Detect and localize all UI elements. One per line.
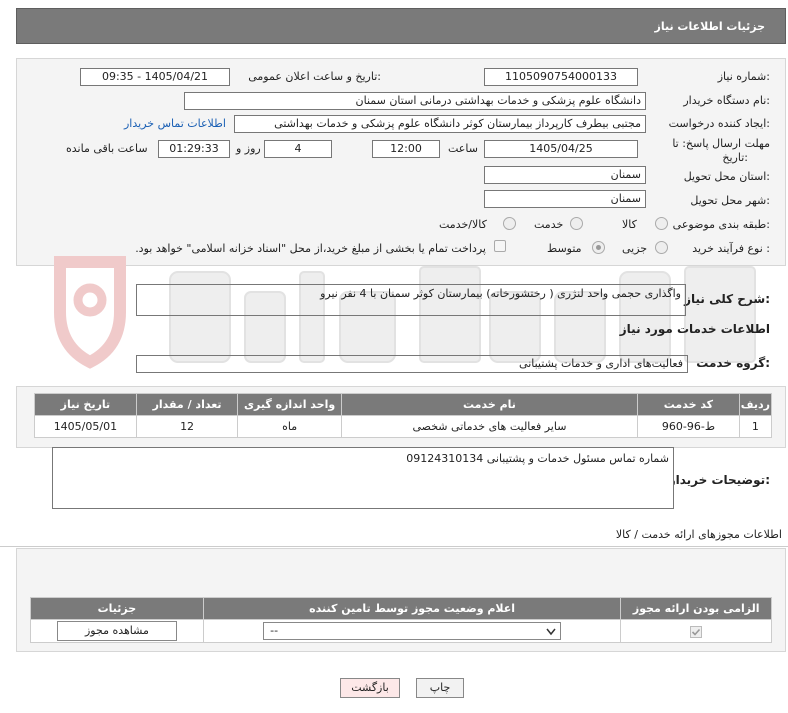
permits-table: الزامی بودن ارائه مجوز اعلام وضعیت مجوز … bbox=[30, 597, 772, 643]
description-label: شرح کلی نیاز: bbox=[684, 292, 770, 306]
buyer-contact-link[interactable]: اطلاعات تماس خریدار bbox=[124, 117, 226, 130]
days-field: 4 bbox=[264, 140, 332, 158]
need-number-field: 1105090754000133 bbox=[484, 68, 638, 86]
services-table: ردیف کد خدمت نام خدمت واحد اندازه گیری ت… bbox=[34, 393, 773, 438]
col-permit-required: الزامی بودن ارائه مجوز bbox=[620, 597, 772, 620]
city-label: شهر محل تحویل: bbox=[690, 194, 770, 207]
cell-unit: ماه bbox=[237, 415, 342, 438]
category-option-both: کالا/خدمت bbox=[439, 218, 487, 231]
process-label: نوع فرآیند خرید : bbox=[692, 242, 770, 255]
cell-quantity: 12 bbox=[135, 415, 239, 438]
col-permit-status: اعلام وضعیت مجوز توسط تامین کننده bbox=[202, 597, 622, 620]
process-option-minor: جزیی bbox=[622, 242, 648, 255]
category-radio-goods[interactable] bbox=[655, 217, 668, 230]
permit-status-value: -- bbox=[270, 624, 279, 637]
process-radio-medium[interactable] bbox=[592, 241, 605, 254]
page-title: جزئیات اطلاعات نیاز bbox=[654, 20, 766, 33]
cell-permit-details: مشاهده مجوز bbox=[30, 619, 204, 643]
deadline-date-field: 1405/04/25 bbox=[484, 140, 638, 158]
buyer-notes-textarea[interactable]: شماره تماس مسئول خدمات و پشتیبانی 091243… bbox=[52, 447, 674, 509]
table-row: 1 ط-96-960 سایر فعالیت های خدماتی شخصی م… bbox=[34, 415, 773, 438]
need-number-label: شماره نیاز: bbox=[717, 70, 770, 83]
back-button[interactable]: بازگشت bbox=[340, 678, 400, 698]
cell-permit-status: -- bbox=[202, 619, 622, 643]
services-table-header-row: ردیف کد خدمت نام خدمت واحد اندازه گیری ت… bbox=[34, 393, 773, 416]
col-permit-details: جزئیات bbox=[30, 597, 204, 620]
cell-service-name: سایر فعالیت های خدماتی شخصی bbox=[340, 415, 639, 438]
deadline-label: مهلت ارسال پاسخ: تا bbox=[672, 137, 770, 150]
process-option-medium: متوسط bbox=[547, 242, 582, 255]
announce-label: تاریخ و ساعت اعلان عمومی: bbox=[248, 70, 381, 83]
remaining-label: ساعت باقی مانده bbox=[66, 142, 148, 155]
deadline-label-2: تاریخ: bbox=[722, 151, 748, 164]
description-textarea[interactable]: واگذاری حجمی واحد لنژری ( رختشورخانه) بی… bbox=[136, 284, 686, 316]
category-label: طبقه بندی موضوعی: bbox=[672, 218, 770, 231]
cell-service-code: ط-96-960 bbox=[637, 415, 740, 438]
announce-field: 1405/04/21 - 09:35 bbox=[80, 68, 230, 86]
cell-permit-required bbox=[620, 619, 772, 643]
buyer-label: نام دستگاه خریدار: bbox=[683, 94, 770, 107]
treasury-payment-checkbox[interactable] bbox=[494, 240, 506, 252]
province-field: سمنان bbox=[484, 166, 646, 184]
process-radio-minor[interactable] bbox=[655, 241, 668, 254]
category-radio-both[interactable] bbox=[503, 217, 516, 230]
view-permit-button[interactable]: مشاهده مجوز bbox=[56, 621, 177, 641]
permits-title: اطلاعات مجوزهای ارائه خدمت / کالا bbox=[615, 528, 782, 541]
check-icon bbox=[692, 628, 701, 636]
cell-row: 1 bbox=[738, 415, 773, 438]
category-option-service: خدمت bbox=[534, 218, 564, 231]
print-button[interactable]: چاپ bbox=[416, 678, 464, 698]
services-title: اطلاعات خدمات مورد نیاز bbox=[619, 322, 770, 336]
city-field: سمنان bbox=[484, 190, 646, 208]
category-radio-service[interactable] bbox=[570, 217, 583, 230]
col-service-name: نام خدمت bbox=[340, 393, 639, 416]
days-label: روز و bbox=[236, 142, 261, 155]
col-row: ردیف bbox=[738, 393, 773, 416]
remaining-time-field: 01:29:33 bbox=[158, 140, 230, 158]
chevron-down-icon bbox=[546, 628, 556, 636]
permits-divider bbox=[0, 546, 788, 547]
category-option-goods: کالا bbox=[622, 218, 637, 231]
col-unit: واحد اندازه گیری bbox=[237, 393, 342, 416]
deadline-time-field: 12:00 bbox=[372, 140, 440, 158]
permit-required-checkbox bbox=[690, 625, 703, 638]
payment-note: پرداخت تمام یا بخشی از مبلغ خرید،از محل … bbox=[135, 242, 486, 255]
creator-label: ایجاد کننده درخواست: bbox=[668, 117, 770, 130]
time-label: ساعت bbox=[448, 142, 478, 155]
need-info-panel bbox=[16, 58, 786, 266]
province-label: استان محل تحویل: bbox=[683, 170, 770, 183]
service-group-label: گروه خدمت: bbox=[696, 356, 770, 370]
creator-field: مجتبی بیطرف کارپرداز بیمارستان کوثر دانش… bbox=[234, 115, 646, 133]
buyer-field: دانشگاه علوم پزشکی و خدمات بهداشتی درمان… bbox=[184, 92, 646, 110]
permits-header-row: الزامی بودن ارائه مجوز اعلام وضعیت مجوز … bbox=[30, 597, 772, 620]
buyer-notes-label: توضیحات خریدار: bbox=[668, 473, 770, 487]
table-row: -- مشاهده مجوز bbox=[30, 619, 772, 643]
permit-status-select[interactable]: -- bbox=[263, 622, 562, 640]
col-service-code: کد خدمت bbox=[637, 393, 740, 416]
page-header: جزئیات اطلاعات نیاز bbox=[16, 8, 786, 44]
service-group-field: فعالیت‌های اداری و خدمات پشتیبانی bbox=[136, 355, 688, 373]
cell-need-date: 1405/05/01 bbox=[34, 415, 137, 438]
col-quantity: تعداد / مقدار bbox=[135, 393, 239, 416]
col-need-date: تاریخ نیاز bbox=[34, 393, 137, 416]
